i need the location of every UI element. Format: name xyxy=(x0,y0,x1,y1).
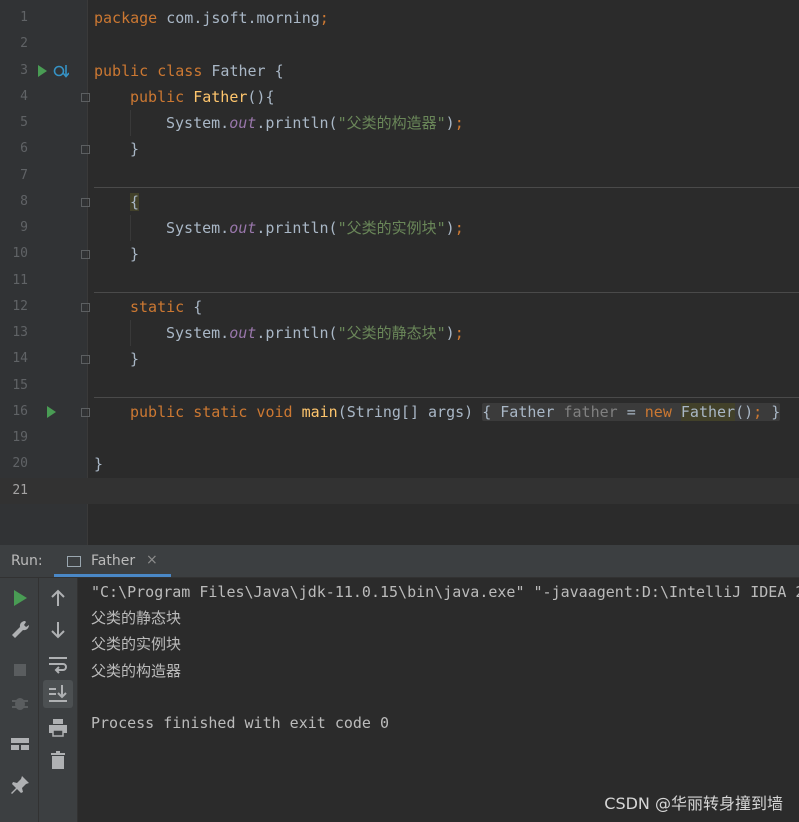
layout-icon[interactable] xyxy=(8,732,32,756)
code-line: System.out.println("父类的静态块"); xyxy=(166,324,464,342)
code-line: static { xyxy=(130,298,203,316)
console-line: 父类的构造器 xyxy=(91,662,182,680)
console-line: 父类的实例块 xyxy=(91,635,182,653)
line-number: 3 xyxy=(20,63,28,78)
line-number: 11 xyxy=(12,273,28,288)
line-number: 1 xyxy=(20,10,28,25)
pin-icon[interactable] xyxy=(8,773,32,797)
line-number: 20 xyxy=(12,456,28,471)
code-line: public Father(){ xyxy=(130,88,275,106)
trash-icon[interactable] xyxy=(46,748,70,772)
line-number: 12 xyxy=(12,299,28,314)
debug-icon[interactable] xyxy=(8,691,32,715)
run-tab-father[interactable]: Father × xyxy=(54,547,171,577)
up-arrow-icon[interactable] xyxy=(46,586,70,610)
code-line: } xyxy=(130,350,140,368)
method-separator xyxy=(94,187,799,188)
method-separator xyxy=(94,292,799,293)
line-number: 21 xyxy=(12,483,28,498)
indent-guide xyxy=(130,110,131,136)
line-number: 10 xyxy=(12,246,28,261)
line-number: 7 xyxy=(20,168,28,183)
line-number: 4 xyxy=(20,89,28,104)
current-line-highlight xyxy=(0,478,799,504)
code-line: { xyxy=(130,193,140,211)
line-number: 9 xyxy=(20,220,28,235)
close-icon[interactable]: × xyxy=(146,552,158,568)
implemented-override-icon[interactable] xyxy=(53,63,69,79)
run-panel-header: Run: Father × xyxy=(0,547,799,578)
folded-region[interactable]: { Father father = new Father(); } xyxy=(482,403,781,421)
run-toolbar-right xyxy=(39,578,78,822)
code-line: package com.jsoft.morning; xyxy=(94,9,329,27)
run-class-icon[interactable] xyxy=(38,65,47,77)
down-arrow-icon[interactable] xyxy=(46,618,70,642)
fold-marker[interactable] xyxy=(81,250,90,259)
console-line: 父类的静态块 xyxy=(91,609,182,627)
run-main-icon[interactable] xyxy=(47,406,56,418)
print-icon[interactable] xyxy=(46,716,70,740)
line-number: 19 xyxy=(12,430,28,445)
line-number: 15 xyxy=(12,378,28,393)
rerun-icon[interactable] xyxy=(8,586,32,610)
scroll-to-end-icon xyxy=(49,685,67,702)
method-separator xyxy=(94,397,799,398)
code-line: public class Father { xyxy=(94,62,284,80)
wrench-icon[interactable] xyxy=(8,618,32,642)
fold-marker[interactable] xyxy=(81,303,90,312)
line-number: 5 xyxy=(20,115,28,130)
stop-icon[interactable] xyxy=(8,658,32,682)
run-toolbar-left xyxy=(0,578,39,822)
line-number: 16 xyxy=(12,404,28,419)
console-output[interactable]: "C:\Program Files\Java\jdk-11.0.15\bin\j… xyxy=(78,578,799,822)
console-line: "C:\Program Files\Java\jdk-11.0.15\bin\j… xyxy=(91,583,799,601)
line-number: 13 xyxy=(12,325,28,340)
indent-guide xyxy=(130,320,131,346)
code-line: } xyxy=(130,140,140,158)
line-number: 2 xyxy=(20,36,28,51)
console-icon xyxy=(67,556,81,567)
code-line: System.out.println("父类的构造器"); xyxy=(166,114,464,132)
code-line: } xyxy=(130,245,140,263)
fold-marker[interactable] xyxy=(81,145,90,154)
console-line: Process finished with exit code 0 xyxy=(91,714,390,732)
code-editor[interactable]: 1 2 3 4 5 6 7 8 9 10 11 12 13 14 15 16 1… xyxy=(0,0,799,545)
run-label: Run: xyxy=(11,553,43,569)
line-number: 8 xyxy=(20,194,28,209)
scroll-to-end-button[interactable] xyxy=(43,680,73,708)
line-number: 6 xyxy=(20,141,28,156)
fold-marker[interactable] xyxy=(81,198,90,207)
indent-guide xyxy=(130,215,131,241)
tab-label: Father xyxy=(91,553,136,569)
fold-marker[interactable] xyxy=(81,93,90,102)
soft-wrap-icon[interactable] xyxy=(46,652,70,676)
fold-marker[interactable] xyxy=(81,408,90,417)
code-line: System.out.println("父类的实例块"); xyxy=(166,219,464,237)
line-number: 14 xyxy=(12,351,28,366)
code-line: } xyxy=(94,455,104,473)
code-line: public static void main(String[] args) {… xyxy=(130,403,781,421)
watermark: CSDN @华丽转身撞到墙 xyxy=(604,794,783,813)
fold-marker[interactable] xyxy=(81,355,90,364)
